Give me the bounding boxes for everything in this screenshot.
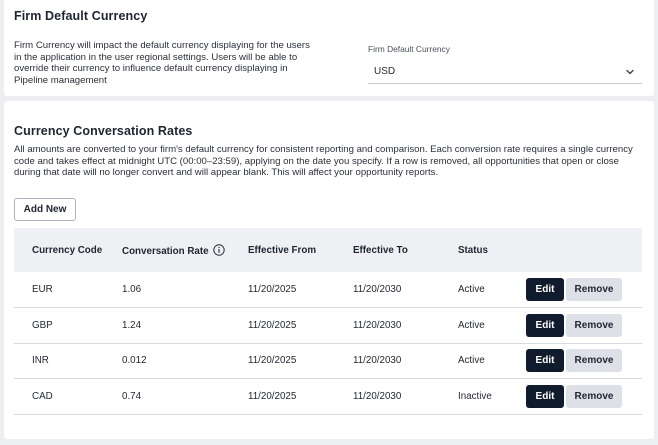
edit-button[interactable]: Edit — [526, 278, 564, 301]
cell-actions: Edit Remove — [526, 343, 642, 379]
firm-currency-description: Firm Currency will impact the default cu… — [14, 40, 310, 86]
cell-rate: 1.24 — [122, 319, 142, 331]
cell-rate: 1.06 — [122, 284, 142, 295]
cell-rate: 0.012 — [122, 355, 147, 367]
remove-button[interactable]: Remove — [566, 278, 622, 301]
column-header-status: Status — [458, 244, 488, 256]
column-header-currency-code: Currency Code — [32, 244, 103, 256]
rates-table: Currency Code Conversation Rate Effectiv… — [14, 228, 642, 415]
table-row: EUR 1.06 11/20/2025 11/20/2030 Active Ed… — [14, 272, 642, 308]
rates-description: All amounts are converted to your firm's… — [14, 144, 633, 179]
cell-effective-to: 11/20/2030 — [353, 319, 402, 331]
firm-currency-title: Firm Default Currency — [14, 9, 148, 23]
column-header-actions — [526, 228, 642, 272]
edit-button[interactable]: Edit — [526, 349, 564, 373]
cell-actions: Edit Remove — [526, 272, 642, 308]
cell-currency-code: CAD — [32, 390, 53, 402]
cell-status: Active — [458, 319, 485, 331]
currency-select-value: USD — [374, 66, 396, 77]
currency-select[interactable]: USD — [368, 60, 642, 84]
cell-effective-from: 11/20/2025 — [248, 284, 297, 295]
column-header-conversation-rate-label: Conversation Rate — [122, 245, 209, 257]
column-header-conversation-rate: Conversation Rate — [122, 228, 248, 272]
cell-currency-code: INR — [32, 355, 49, 367]
cell-rate: 0.74 — [122, 390, 142, 402]
cell-actions: Edit Remove — [526, 379, 642, 415]
edit-button[interactable]: Edit — [526, 384, 564, 408]
cell-currency-code: EUR — [32, 284, 53, 295]
table-header-row: Currency Code Conversation Rate Effectiv… — [14, 228, 642, 272]
edit-button[interactable]: Edit — [526, 313, 564, 337]
cell-status: Active — [458, 355, 485, 367]
cell-actions: Edit Remove — [526, 308, 642, 344]
cell-effective-to: 11/20/2030 — [353, 284, 402, 295]
cell-effective-to: 11/20/2030 — [353, 390, 402, 402]
firm-currency-card: Firm Default Currency Firm Currency will… — [4, 0, 654, 96]
currency-select-label: Firm Default Currency — [368, 44, 450, 54]
cell-effective-from: 11/20/2025 — [248, 390, 297, 402]
remove-button[interactable]: Remove — [566, 313, 622, 337]
chevron-down-icon — [626, 69, 634, 75]
table-row: INR 0.012 11/20/2025 11/20/2030 Active E… — [14, 343, 642, 379]
cell-status: Active — [458, 284, 485, 295]
remove-button[interactable]: Remove — [566, 349, 622, 373]
table-row: GBP 1.24 11/20/2025 11/20/2030 Active Ed… — [14, 308, 642, 344]
rates-title: Currency Conversation Rates — [14, 124, 193, 138]
cell-currency-code: GBP — [32, 319, 53, 331]
cell-effective-to: 11/20/2030 — [353, 355, 402, 367]
cell-effective-from: 11/20/2025 — [248, 319, 297, 331]
column-header-effective-from: Effective From — [248, 244, 317, 256]
remove-button[interactable]: Remove — [566, 384, 622, 408]
add-new-button[interactable]: Add New — [14, 198, 76, 221]
column-header-effective-to: Effective To — [353, 244, 408, 256]
cell-status: Inactive — [458, 390, 492, 402]
cell-effective-from: 11/20/2025 — [248, 355, 297, 367]
info-icon[interactable] — [212, 243, 225, 256]
table-row: CAD 0.74 11/20/2025 11/20/2030 Inactive … — [14, 379, 642, 415]
conversion-rates-card: Currency Conversation Rates All amounts … — [4, 101, 654, 439]
